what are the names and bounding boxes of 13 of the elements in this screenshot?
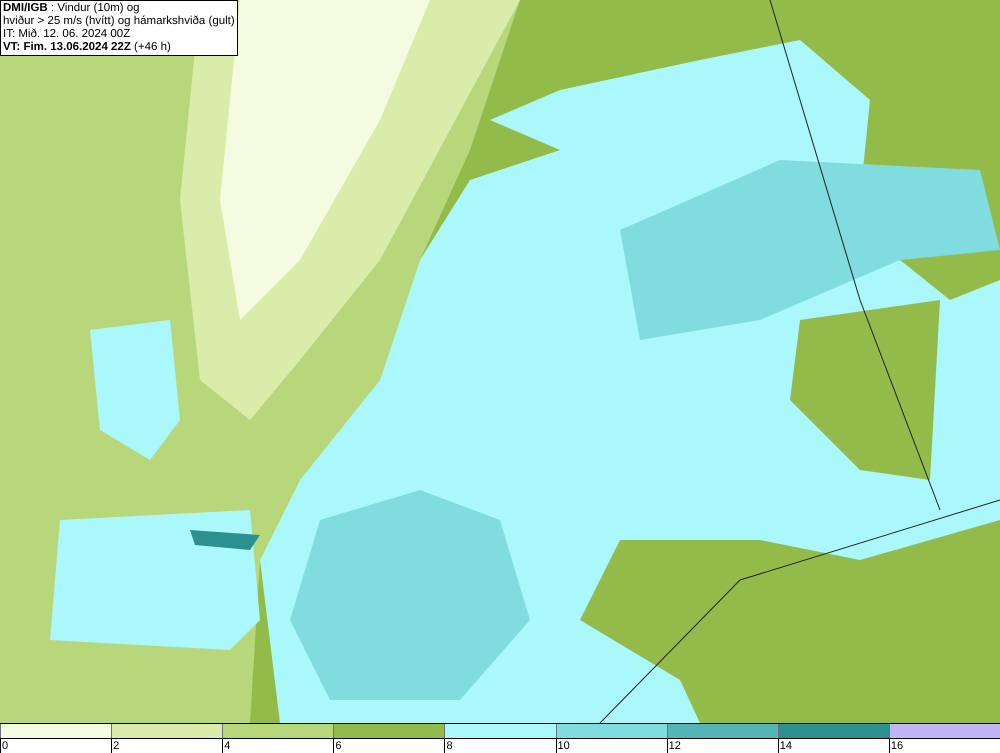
legend-tick-label: 4 bbox=[223, 740, 230, 753]
title-line: DMI/IGB : Vindur (10m) og bbox=[3, 2, 141, 15]
legend-tick-label: 10 bbox=[556, 740, 570, 753]
legend-tick-label: 2 bbox=[112, 740, 120, 753]
title-line: VT: Fim. 13.06.2024 22Z (+46 h) bbox=[3, 41, 172, 54]
legend-tick-label: 8 bbox=[445, 740, 453, 753]
legend-tick-label: 0 bbox=[1, 740, 8, 753]
legend-tick-label: 16 bbox=[890, 740, 904, 753]
legend-tick-label: 6 bbox=[334, 740, 342, 753]
legend-tick-label: 14 bbox=[778, 740, 792, 753]
title-line: hviður > 25 m/s (hvítt) og hámarkshviða (gult) bbox=[3, 15, 235, 28]
legend-tick-label: 12 bbox=[668, 740, 681, 753]
title-line: IT: Mið. 12. 06. 2024 00Z bbox=[3, 28, 132, 41]
